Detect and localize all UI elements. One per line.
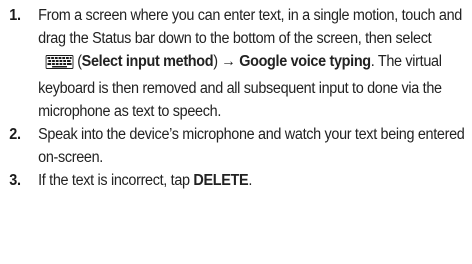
step-3-text-b: . [248,172,253,190]
google-voice-typing-label: Google voice typing [239,53,371,71]
select-input-method-label: Select input method [81,53,214,71]
delete-label: DELETE [193,172,249,190]
step-1-text-c: ) [213,53,222,71]
step-3-text-a: If the text is incorrect, tap [38,172,194,190]
step-number: 2. [9,126,21,144]
step-text: From a screen where you can enter text, … [38,4,465,123]
step-1: 1. From a screen where you can enter tex… [0,4,465,123]
step-number: 3. [9,172,21,190]
step-2: 2. Speak into the device’s microphone an… [0,123,465,169]
arrow-icon: → [221,53,236,71]
step-number: 1. [9,7,21,24]
step-text: If the text is incorrect, tap DELETE. [38,169,465,192]
step-text: Speak into the device’s microphone and w… [38,126,465,167]
keyboard-icon [45,53,74,76]
step-1-text-a: From a screen where you can enter text, … [38,7,462,48]
instruction-list: 1. From a screen where you can enter tex… [0,0,472,264]
step-3: 3. If the text is incorrect, tap DELETE. [0,169,465,192]
